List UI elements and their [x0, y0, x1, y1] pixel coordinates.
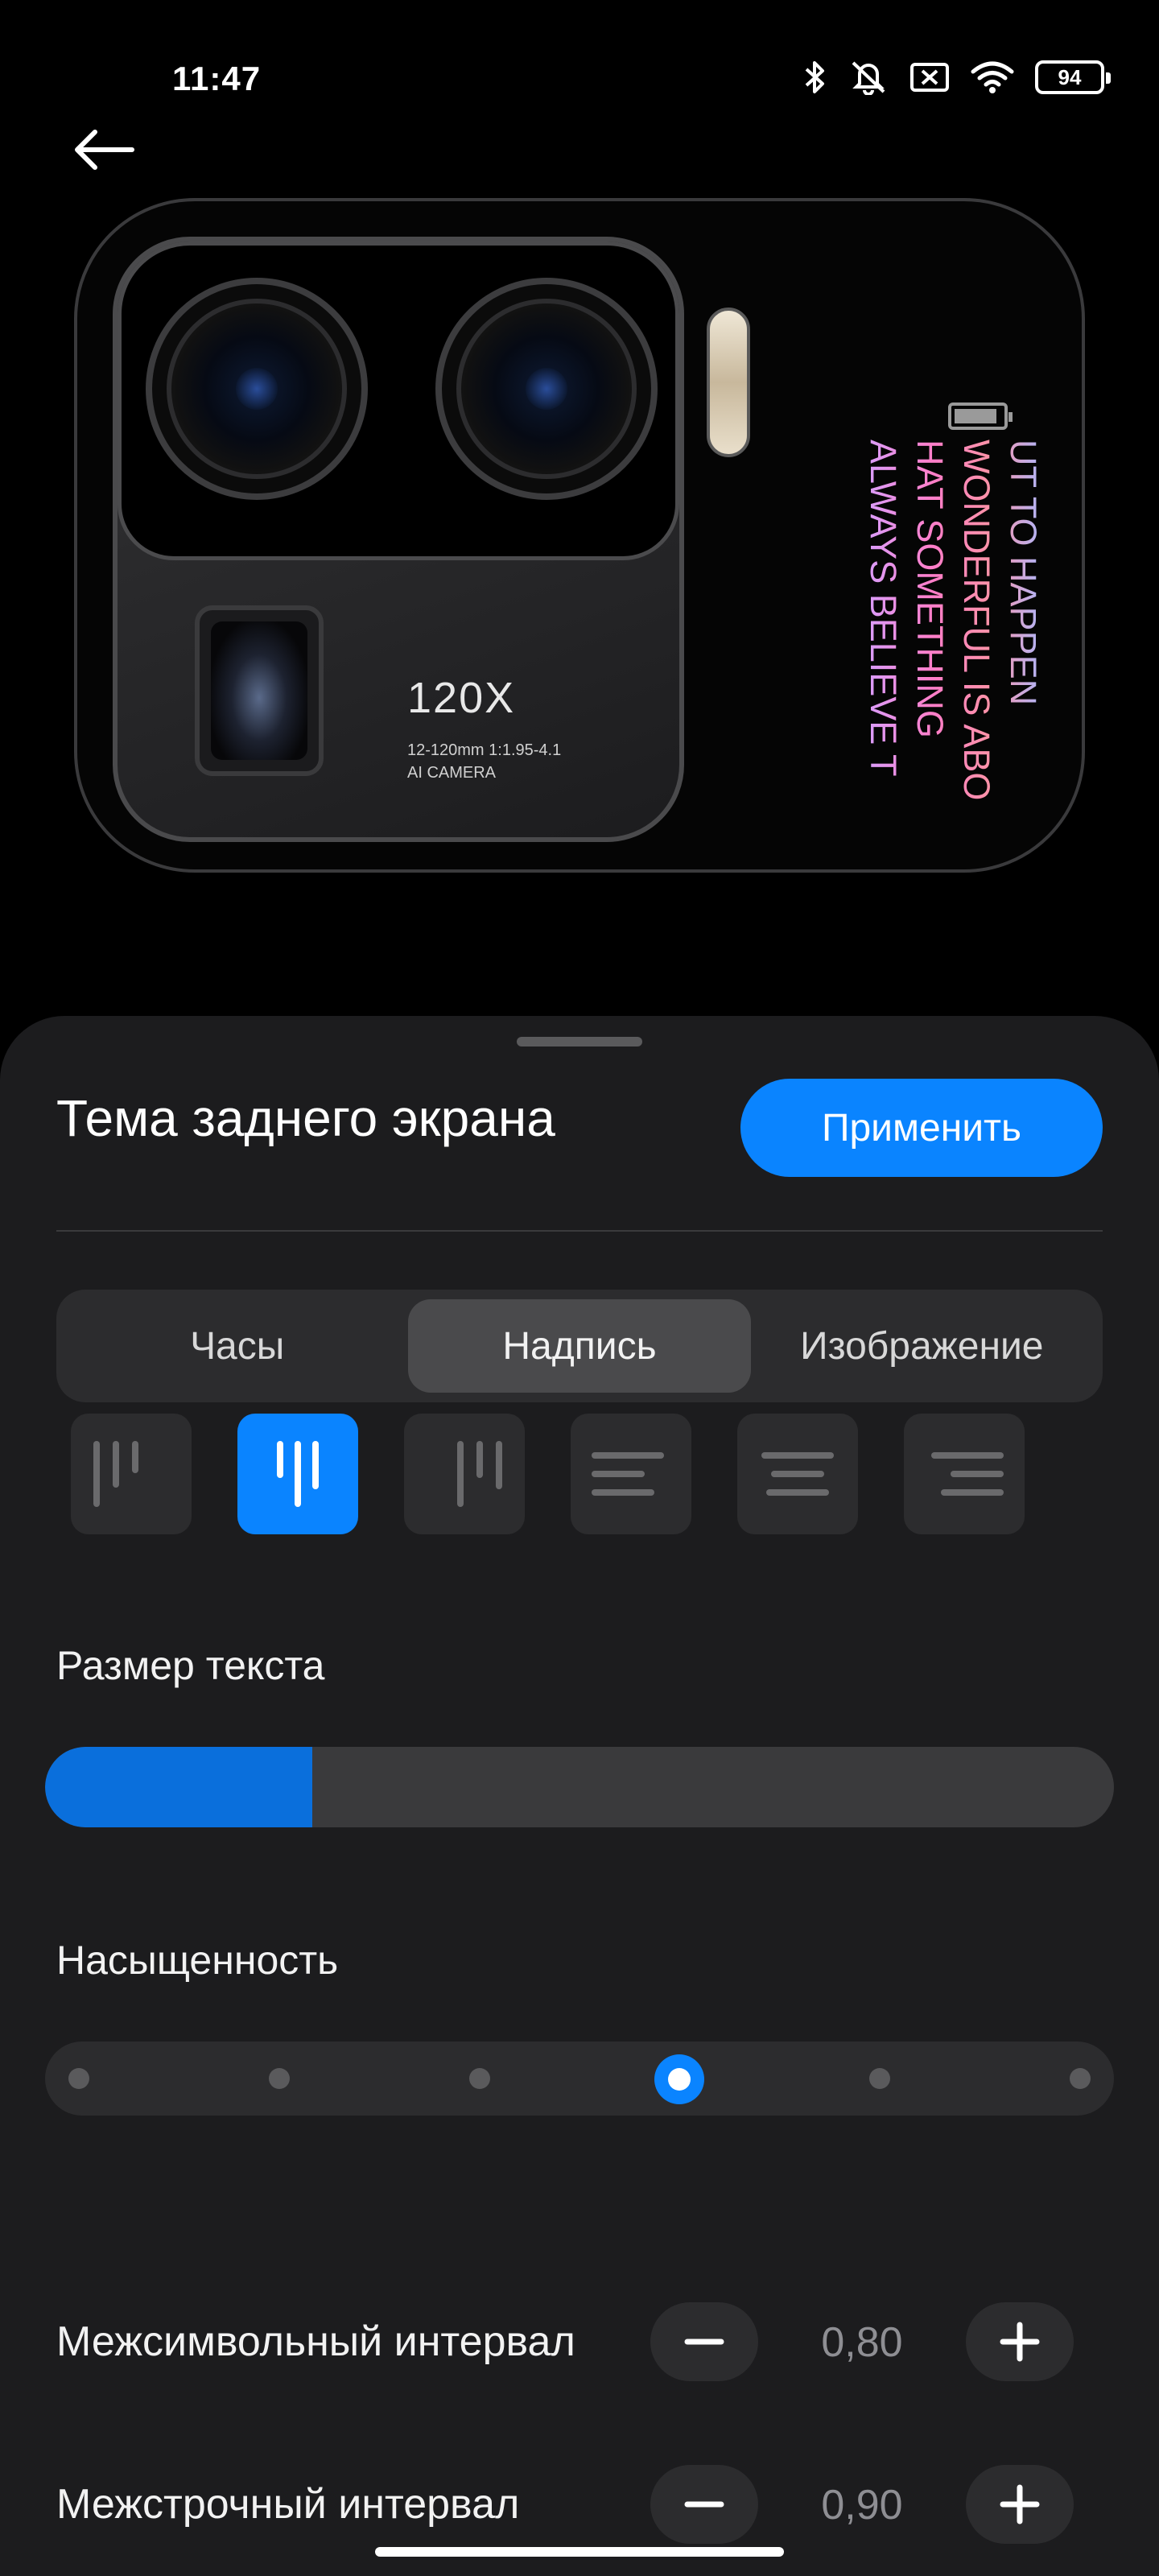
zoom-title: 120X — [407, 674, 516, 722]
quote-line: HAT SOMETHING — [909, 440, 951, 738]
sheet-title: Тема заднего экрана — [56, 1089, 555, 1147]
camera-lens — [435, 278, 658, 500]
home-indicator[interactable] — [375, 2547, 784, 2557]
back-button[interactable] — [71, 121, 148, 179]
text-size-label: Размер текста — [56, 1643, 325, 1688]
line-spacing-minus-button[interactable] — [650, 2465, 758, 2544]
arrow-left-icon — [75, 130, 134, 170]
line-spacing-value: 0,90 — [821, 2482, 903, 2529]
flash — [707, 308, 750, 457]
vibrate-off-icon — [852, 61, 885, 95]
vertical-center-align-icon — [277, 1441, 319, 1507]
line-spacing-row: Межстрочный интервал — [56, 2460, 1103, 2549]
letter-spacing-plus-button[interactable] — [966, 2302, 1074, 2381]
mini-battery-icon — [948, 402, 1013, 430]
wifi-icon — [971, 61, 1014, 93]
vertical-left-align-icon — [93, 1441, 138, 1507]
quote-line: ALWAYS BELIEVE T — [863, 440, 904, 777]
letter-spacing-value: 0,80 — [821, 2319, 903, 2366]
alignment-options — [71, 1414, 1025, 1534]
align-horizontal-center-button[interactable] — [737, 1414, 858, 1534]
status-icons: 94 — [802, 60, 1111, 95]
letter-spacing-minus-button[interactable] — [650, 2302, 758, 2381]
align-vertical-right-button[interactable] — [404, 1414, 525, 1534]
quote-line: WONDERFUL IS ABO — [956, 440, 997, 801]
line-spacing-plus-button[interactable] — [966, 2465, 1074, 2544]
letter-spacing-row: Межсимвольный интервал — [56, 2297, 1103, 2386]
align-vertical-left-button[interactable] — [71, 1414, 192, 1534]
letter-spacing-label: Межсимвольный интервал — [56, 2318, 575, 2365]
tab-image[interactable]: Изображение — [751, 1299, 1093, 1393]
minus-icon — [684, 2501, 724, 2508]
divider — [56, 1230, 1103, 1232]
camera-window — [118, 242, 679, 560]
status-bar: 11:47 94 — [0, 0, 1159, 161]
vertical-right-align-icon — [457, 1441, 502, 1507]
theme-sheet: Тема заднего экрана Применить Часы Надпи… — [0, 1016, 1159, 2576]
align-horizontal-right-button[interactable] — [904, 1414, 1025, 1534]
apply-button[interactable]: Применить — [740, 1079, 1103, 1177]
saturation-knob[interactable] — [654, 2054, 705, 2104]
bluetooth-icon — [805, 61, 824, 93]
phone-back-preview: 120X 12-120mm 1:1.95-4.1 AI CAMERA UT TO… — [74, 198, 1085, 873]
zoom-spec-line: AI CAMERA — [407, 764, 497, 782]
periscope-lens — [195, 605, 324, 776]
text-size-fill — [45, 1747, 312, 1827]
saturation-step-dot[interactable] — [68, 2068, 89, 2089]
camera-module: 120X 12-120mm 1:1.95-4.1 AI CAMERA — [113, 237, 684, 842]
horizontal-right-align-icon — [931, 1452, 1004, 1496]
saturation-slider[interactable] — [45, 2041, 1114, 2116]
zoom-spec-line: 12-120mm 1:1.95-4.1 — [407, 741, 562, 759]
saturation-step-dot[interactable] — [268, 2068, 290, 2089]
status-time: 11:47 — [172, 60, 262, 97]
battery-icon: 94 — [1035, 60, 1111, 94]
plus-icon — [1000, 2322, 1040, 2362]
quote-text: UT TO HAPPEN WONDERFUL IS ABO HAT SOMETH… — [860, 440, 1046, 800]
align-vertical-center-button[interactable] — [237, 1414, 358, 1534]
tab-inscription[interactable]: Надпись — [408, 1299, 751, 1393]
tab-clock[interactable]: Часы — [66, 1299, 408, 1393]
tab-bar: Часы Надпись Изображение — [56, 1290, 1103, 1402]
saturation-step-dot[interactable] — [1070, 2068, 1091, 2089]
plus-icon — [1000, 2484, 1040, 2524]
quote-line: UT TO HAPPEN — [1003, 440, 1044, 706]
zoom-specs: 12-120mm 1:1.95-4.1 AI CAMERA — [407, 739, 561, 784]
line-spacing-label: Межстрочный интервал — [56, 2481, 520, 2528]
horizontal-left-align-icon — [592, 1452, 664, 1496]
minus-icon — [684, 2339, 724, 2345]
battery-level: 94 — [1058, 64, 1082, 89]
horizontal-center-align-icon — [761, 1452, 834, 1496]
saturation-label: Насыщенность — [56, 1938, 339, 1983]
saturation-step-dot[interactable] — [468, 2068, 490, 2089]
no-sim-icon — [910, 63, 949, 92]
sheet-handle[interactable] — [517, 1037, 642, 1046]
camera-lens — [146, 278, 368, 500]
saturation-step-dot[interactable] — [869, 2068, 891, 2089]
text-size-slider[interactable] — [45, 1747, 1114, 1827]
align-horizontal-left-button[interactable] — [571, 1414, 691, 1534]
back-screen: UT TO HAPPEN WONDERFUL IS ABO HAT SOMETH… — [818, 322, 1075, 805]
